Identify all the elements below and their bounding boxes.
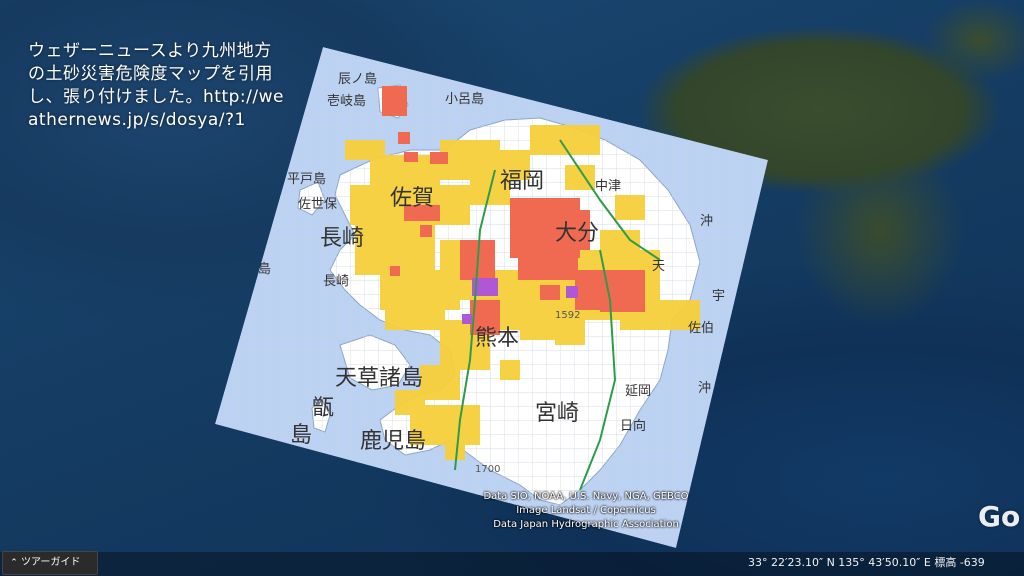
- label-hyuga: 日向: [620, 418, 646, 434]
- label-nagasaki-small: 長崎: [323, 274, 349, 289]
- double-chevron-up-icon: ⌃: [10, 558, 18, 568]
- label-elevation-1700: 1700: [475, 464, 500, 475]
- label-koshiki-island: 島: [290, 423, 312, 448]
- label-miyazaki: 宮崎: [535, 401, 579, 426]
- label-oki-south: 沖: [698, 381, 711, 396]
- label-usa: 宇: [712, 289, 725, 304]
- label-koshiki: 甑: [312, 396, 334, 421]
- attribution-line-2: Image Landsat / Copernicus: [516, 505, 656, 516]
- label-nakatsu: 中津: [595, 179, 621, 194]
- label-sasebo: 佐世保: [298, 197, 337, 212]
- label-nobeoka: 延岡: [625, 384, 651, 399]
- label-iki: 壱岐島: [327, 94, 366, 109]
- attribution-line-1: Data SIO, NOAA, U.S. Navy, NGA, GEBCO: [483, 491, 689, 502]
- label-oita: 大分: [555, 221, 599, 246]
- attribution-line-3: Data Japan Hydrographic Association: [493, 519, 679, 530]
- label-nagasaki: 長崎: [320, 226, 364, 251]
- caption-text: ウェザーニュースより九州地方の土砂災害危険度マップを引用し、張り付けました。ht…: [28, 41, 284, 130]
- label-kogushima: 小呂島: [445, 92, 484, 107]
- imagery-attribution: Data SIO, NOAA, U.S. Navy, NGA, GEBCO Im…: [456, 490, 716, 532]
- label-saiki: 佐伯: [688, 321, 714, 336]
- label-tatsunoshima: 辰ノ島: [338, 72, 377, 87]
- tour-guide-label: ツアーガイド: [21, 557, 81, 568]
- label-fukuoka: 福岡: [500, 169, 544, 194]
- google-logo: Go: [978, 500, 1021, 533]
- label-amakusa: 天草諸島: [335, 366, 423, 391]
- label-elevation-1592: 1592: [555, 310, 580, 321]
- label-kumamoto: 熊本: [475, 326, 519, 351]
- label-ama: 天: [652, 259, 665, 274]
- label-saga: 佐賀: [390, 186, 434, 211]
- label-oki: 沖: [700, 214, 713, 229]
- tour-guide-button[interactable]: ⌃ ツアーガイド: [2, 551, 98, 575]
- label-goto: 島: [258, 262, 271, 277]
- label-kagoshima: 鹿児島: [360, 429, 426, 454]
- coordinates-readout: 33° 22′23.10″ N 135° 43′50.10″ E 標高 -639: [748, 556, 985, 569]
- label-hirado: 平戸島: [287, 172, 326, 187]
